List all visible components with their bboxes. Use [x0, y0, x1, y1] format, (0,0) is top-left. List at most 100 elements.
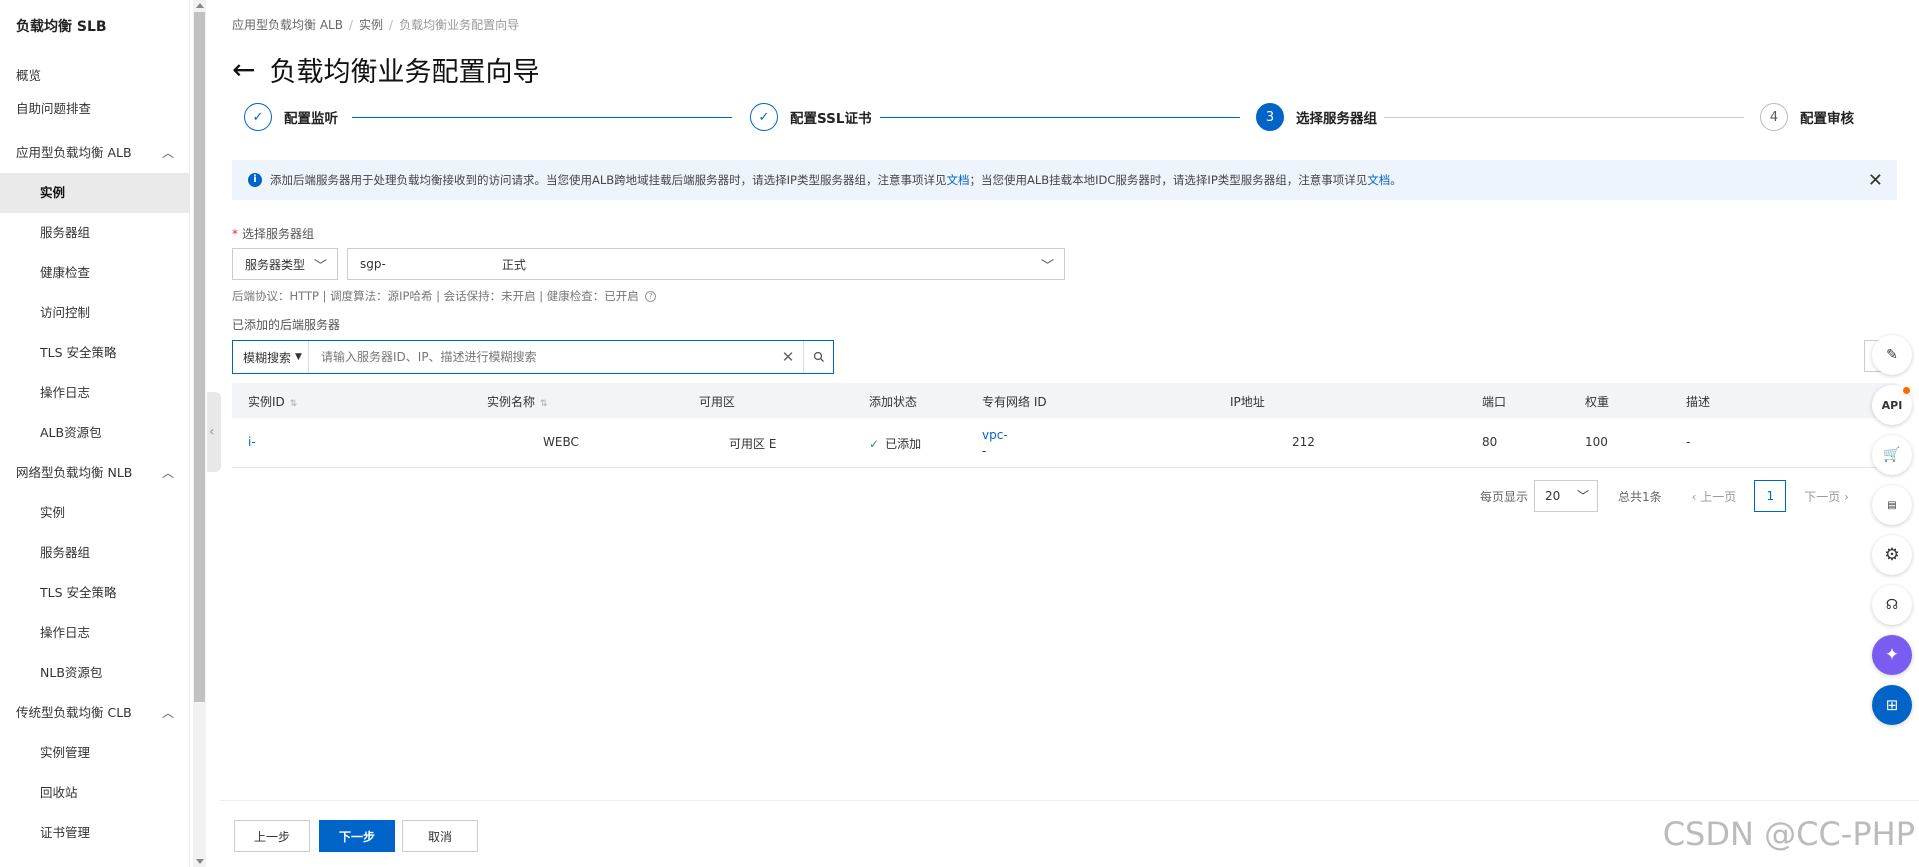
server-group-label-text: 选择服务器组	[242, 227, 315, 241]
vpc-id-link[interactable]: vpc-	[982, 428, 1008, 442]
column-label: 实例ID	[248, 395, 285, 409]
sort-icon[interactable]: ⇅	[540, 399, 548, 409]
sidebar-item-label: 应用型负载均衡 ALB	[16, 145, 132, 160]
sidebar-group-clb[interactable]: 传统型负载均衡 CLB ︿	[0, 693, 190, 733]
sidebar-item-nlb-packages[interactable]: NLB资源包	[0, 653, 190, 693]
apps-grid-icon[interactable]: ⊞	[1872, 685, 1912, 725]
sidebar-item-nlb-instances[interactable]: 实例	[0, 493, 190, 533]
column-header-instance-name[interactable]: 实例名称 ⇅	[487, 393, 548, 410]
chevron-up-icon: ︿	[161, 706, 174, 720]
status-text: 已添加	[885, 437, 922, 451]
sidebar-scrollbar[interactable]	[193, 0, 206, 867]
instance-name: WEBC	[543, 435, 579, 449]
step-label: 配置监听	[284, 111, 338, 127]
info-icon: i	[248, 173, 262, 187]
search-input[interactable]	[309, 341, 773, 373]
sidebar-item-label: 传统型负载均衡 CLB	[16, 705, 132, 720]
back-arrow-icon[interactable]: ←	[232, 53, 255, 86]
server-group-id: sgp-	[360, 257, 386, 271]
server-group-info-text: 后端协议：HTTP | 调度算法：源IP哈希 | 会话保持：未开启 | 健康检查…	[232, 289, 639, 303]
description: -	[1686, 435, 1691, 449]
prev-page-label: 上一页	[1700, 489, 1737, 504]
sidebar-item-label: 概览	[16, 68, 42, 83]
api-doc-icon[interactable]: ▤	[1872, 485, 1912, 525]
clear-icon[interactable]: ✕	[773, 341, 803, 373]
scroll-up-arrow-icon[interactable]	[196, 3, 204, 8]
chevron-down-icon: ﹀	[313, 259, 327, 274]
step-review: 4 配置审核	[1760, 103, 1854, 131]
ai-assistant-icon[interactable]: ✦	[1872, 635, 1912, 675]
cancel-button[interactable]: 取消	[402, 820, 478, 852]
main-content: 应用型负载均衡 ALB / 实例 / 负载均衡业务配置向导 ← 负载均衡业务配置向导 ✓…	[220, 0, 1919, 800]
sidebar-item-alb-health-check[interactable]: 健康检查	[0, 253, 190, 293]
sidebar-item-troubleshoot[interactable]: 自助问题排查	[0, 89, 190, 129]
sidebar-group-nlb[interactable]: 网络型负载均衡 NLB ︿	[0, 453, 190, 493]
server-group-name: 正式	[501, 257, 526, 272]
step-number: 4	[1760, 103, 1788, 131]
sidebar-item-nlb-server-groups[interactable]: 服务器组	[0, 533, 190, 573]
close-icon[interactable]: ✕	[1868, 170, 1883, 191]
search-bar: 模糊搜索▼ ✕	[232, 340, 834, 374]
step-configure-ssl: ✓ 配置SSL证书	[750, 103, 871, 131]
headset-icon[interactable]: ☊	[1872, 585, 1912, 625]
server-type-select[interactable]: 服务器类型 ﹀	[232, 248, 338, 280]
sidebar-item-label: 实例	[40, 505, 66, 520]
step-configure-listener: ✓ 配置监听	[244, 103, 338, 131]
servers-table: 实例ID ⇅ 实例名称 ⇅ 可用区 添加状态 专有网络 ID IP地址 端口 权重 …	[232, 383, 1897, 468]
column-header-instance-id[interactable]: 实例ID ⇅	[248, 393, 297, 410]
sidebar-item-clb-certificates[interactable]: 证书管理	[0, 813, 190, 853]
next-step-button[interactable]: 下一步	[319, 820, 395, 852]
sidebar-item-nlb-op-log[interactable]: 操作日志	[0, 613, 190, 653]
sort-icon[interactable]: ⇅	[290, 399, 298, 409]
sidebar-item-alb-packages[interactable]: ALB资源包	[0, 413, 190, 453]
next-page-button[interactable]: 下一页 ›	[1804, 488, 1849, 505]
sidebar-item-alb-server-groups[interactable]: 服务器组	[0, 213, 190, 253]
breadcrumb-link-alb[interactable]: 应用型负载均衡 ALB	[232, 18, 343, 32]
sidebar-item-label: 网络型负载均衡 NLB	[16, 465, 133, 480]
prev-page-button[interactable]: ‹ 上一页	[1692, 488, 1737, 505]
server-group-select[interactable]: sgp- 正式 ﹀	[347, 248, 1065, 280]
gear-icon[interactable]: ⚙	[1872, 535, 1912, 575]
search-filter-dropdown[interactable]: 模糊搜索 ▼	[233, 341, 309, 373]
page-size-select[interactable]: 20 ﹀	[1534, 480, 1599, 512]
search-button[interactable]	[803, 341, 833, 373]
sidebar-item-alb-op-log[interactable]: 操作日志	[0, 373, 190, 413]
page-number-button[interactable]: 1	[1754, 480, 1787, 512]
step-connector	[880, 117, 1240, 118]
step-check-icon: ✓	[750, 103, 778, 131]
vpc-id-sub: -	[982, 444, 987, 458]
page-title-text: 负载均衡业务配置向导	[269, 57, 540, 88]
server-type-value: 服务器类型	[245, 257, 306, 272]
sidebar-item-alb-access-control[interactable]: 访问控制	[0, 293, 190, 333]
previous-step-button[interactable]: 上一步	[234, 820, 310, 852]
help-icon[interactable]: ?	[644, 291, 656, 302]
breadcrumb-current: 负载均衡业务配置向导	[399, 18, 520, 32]
sidebar-item-clb-instances[interactable]: 实例管理	[0, 733, 190, 773]
instance-id-link[interactable]: i-	[248, 435, 256, 449]
sidebar-item-nlb-tls-policy[interactable]: TLS 安全策略	[0, 573, 190, 613]
alert-doc-link[interactable]: 文档	[1367, 172, 1390, 188]
sidebar-collapse-handle[interactable]: ‹	[207, 392, 221, 472]
sidebar-item-alb-tls-policy[interactable]: TLS 安全策略	[0, 333, 190, 373]
sidebar: 负载均衡 SLB 概览 自助问题排查 应用型负载均衡 ALB ︿ 实例 服务器组 …	[0, 0, 190, 867]
scroll-down-arrow-icon[interactable]	[196, 859, 204, 864]
alert-doc-link[interactable]: 文档	[946, 172, 969, 188]
weight: 100	[1585, 435, 1608, 449]
sidebar-group-alb[interactable]: 应用型负载均衡 ALB ︿	[0, 133, 190, 173]
next-page-label: 下一页	[1804, 489, 1841, 504]
scrollbar-thumb[interactable]	[194, 12, 205, 702]
wizard-steps: ✓ 配置监听 ✓ 配置SSL证书 3 选择服务器组 4 配置审核	[244, 103, 1884, 133]
column-header-weight: 权重	[1585, 395, 1610, 409]
breadcrumb: 应用型负载均衡 ALB / 实例 / 负载均衡业务配置向导	[232, 18, 520, 32]
sidebar-item-alb-instances[interactable]: 实例	[0, 173, 190, 213]
edit-icon[interactable]: ✎	[1872, 335, 1912, 375]
cart-icon[interactable]: 🛒	[1872, 435, 1912, 475]
api-icon[interactable]: API	[1872, 385, 1912, 425]
sidebar-item-label: 访问控制	[40, 305, 91, 320]
watermark: CSDN @CC-PHP	[1662, 815, 1915, 853]
breadcrumb-link-instances[interactable]: 实例	[359, 18, 383, 32]
sidebar-item-label: TLS 安全策略	[40, 585, 117, 600]
table-row: i- WEBC 可用区 E ✓ 已添加 vpc- - 212 80 100 -	[232, 418, 1897, 468]
sidebar-item-clb-recycle-bin[interactable]: 回收站	[0, 773, 190, 813]
chevron-down-icon: ﹀	[1577, 489, 1590, 503]
